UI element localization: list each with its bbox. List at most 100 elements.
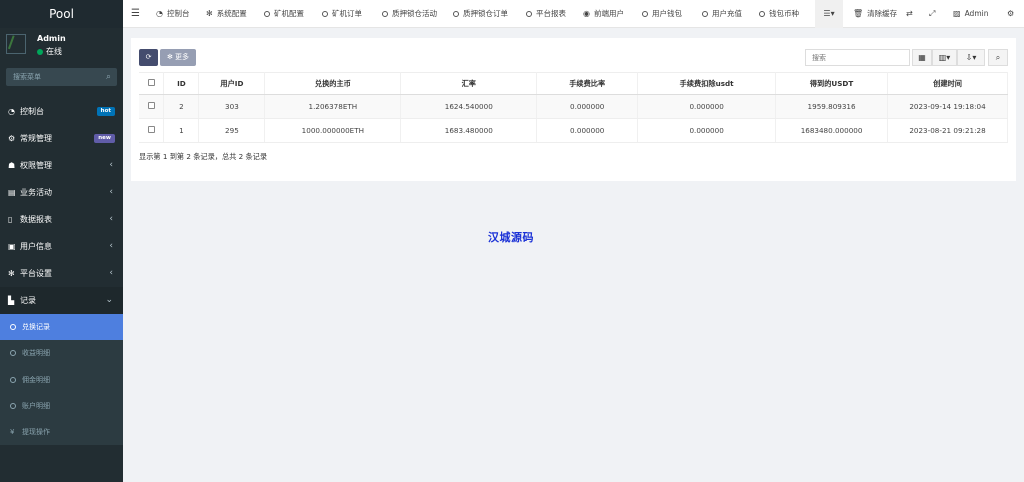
sidebar-item-label: 业务活动 [20,188,52,197]
export-dropdown-button[interactable]: ⇩▾ [957,49,985,66]
tab-staking-activity[interactable]: 质押锁仓活动 [382,0,437,28]
toggle-view-button[interactable]: ▦ [912,49,932,66]
sidebar-item-label: 数据报表 [20,215,52,224]
column-header-fee-usdt[interactable]: 手续费扣除usdt [637,72,777,95]
translate-icon[interactable]: ⇄ [906,0,913,28]
tab-miner-orders[interactable]: 矿机订单 [322,0,362,28]
chevron-down-icon: ⌄ [105,295,113,305]
sidebar-item-users[interactable]: ▣ 用户信息 ‹ [0,233,123,260]
column-header-created-at[interactable]: 创建时间 [887,72,1008,95]
search-icon: ⌕ [995,53,1001,62]
search-icon[interactable]: ⌕ [106,68,111,86]
column-header-coin[interactable]: 兑换的主币 [264,72,402,95]
tab-frontend-users[interactable]: ◉ 前端用户 [583,0,624,28]
sidebar-subitem-income[interactable]: 收益明细 [0,340,123,366]
sidebar: Pool Admin 在线 搜索菜单 ⌕ ◔ 控制台 hot ⚙ 常规管理 new … [0,0,123,482]
cell-created-at: 2023-09-14 19:18:04 [887,94,1008,119]
tab-platform-report[interactable]: 平台报表 [526,0,566,28]
table-row[interactable]: 1 295 1000.000000ETH 1683.480000 0.00000… [139,118,1008,143]
tab-wallet-currency[interactable]: 钱包币种 [759,0,799,28]
column-header-user-id[interactable]: 用户ID [198,72,266,95]
tab-miner-config[interactable]: 矿机配置 [264,0,304,28]
column-header-received-usdt[interactable]: 得到的USDT [775,72,889,95]
tab-label: 用户钱包 [652,9,682,18]
cell-user-id: 303 [198,94,266,119]
caret-down-icon: ▾ [972,53,977,62]
tab-user-recharge[interactable]: 用户充值 [702,0,742,28]
tab-label: 质押锁仓活动 [392,9,437,18]
circle-icon [453,11,459,17]
group-icon: ☗ [8,161,16,170]
tab-staking-orders[interactable]: 质押锁仓订单 [453,0,508,28]
cogs-icon: ⚙ [8,134,16,143]
cell-received-usdt: 1959.809316 [775,94,889,119]
sidebar-item-dashboard[interactable]: ◔ 控制台 hot [0,98,123,125]
table-header-row: ID 用户ID 兑换的主币 汇率 手续费比率 手续费扣除usdt 得到的USDT… [139,72,1008,95]
sidebar-subitem-label: 账户明细 [22,401,50,410]
chevron-left-icon: ‹ [109,268,113,278]
chevron-left-icon: ‹ [109,241,113,251]
clear-cache-button[interactable]: 🗑 清除缓存 [853,0,897,28]
select-all-cell [139,72,165,95]
table-row[interactable]: 2 303 1.206378ETH 1624.540000 0.000000 0… [139,94,1008,119]
sidebar-subitem-account[interactable]: 账户明细 [0,393,123,419]
circle-icon [382,11,388,17]
user-name: Admin [37,34,66,43]
fullscreen-icon[interactable]: ⤢ [929,0,935,28]
circle-icon [526,11,532,17]
sidebar-item-permissions[interactable]: ☗ 权限管理 ‹ [0,152,123,179]
sidebar-item-activities[interactable]: ▤ 业务活动 ‹ [0,179,123,206]
sidebar-subitem-withdraw[interactable]: ¥ 提现操作 [0,419,123,445]
more-button[interactable]: ✻ 更多 [160,49,196,66]
admin-user-menu[interactable]: ▨ Admin [953,0,988,28]
column-header-id[interactable]: ID [163,72,200,95]
gear-icon: ✻ [206,9,213,18]
clear-cache-label: 清除缓存 [867,9,898,18]
sidebar-subitem-commission[interactable]: 佣金明细 [0,367,123,393]
row-checkbox[interactable] [147,126,155,133]
cell-id: 2 [163,94,200,119]
chevron-left-icon: ‹ [109,214,113,224]
tab-system-config[interactable]: ✻ 系统配置 [206,0,247,28]
tab-label: 矿机订单 [332,9,362,18]
table-search-input[interactable] [805,49,910,66]
settings-gears-icon[interactable]: ⚙ [1007,0,1014,28]
circle-icon [702,11,708,17]
list-icon: ☰ [823,9,831,18]
cell-received-usdt: 1683480.000000 [775,118,889,143]
sidebar-item-general[interactable]: ⚙ 常规管理 new [0,125,123,152]
columns-dropdown-button[interactable]: ▥▾ [932,49,957,66]
sidebar-subitem-label: 佣金明细 [22,375,50,384]
menu-toggle-icon[interactable]: ☰ [131,8,140,19]
sidebar-subitem-exchange-records[interactable]: 兑换记录 [0,314,123,341]
sidebar-item-label: 记录 [20,296,36,305]
tab-user-wallet[interactable]: 用户钱包 [642,0,682,28]
select-all-checkbox[interactable] [147,79,155,86]
list-icon: ▤ [8,188,16,197]
more-tabs-dropdown[interactable]: ☰▾ [815,0,843,28]
circle-icon [642,11,648,17]
sidebar-subitem-label: 收益明细 [22,349,50,358]
sidebar-item-records[interactable]: ▙ 记录 ⌄ [0,287,123,314]
admin-label: Admin [964,9,989,18]
sidebar-item-label: 权限管理 [20,161,52,170]
column-header-fee-ratio[interactable]: 手续费比率 [536,72,639,95]
trash-icon: 🗑 [853,9,864,18]
gear-icon: ✻ [8,269,15,278]
tab-label: 用户充值 [712,9,742,18]
tab-dashboard[interactable]: ◔ 控制台 [156,0,189,28]
row-checkbox[interactable] [147,102,155,109]
avatar [6,34,26,54]
caret-down-icon: ▾ [946,53,951,62]
column-header-rate[interactable]: 汇率 [400,72,538,95]
caret-down-icon: ▾ [830,9,835,18]
sidebar-item-platform-settings[interactable]: ✻ 平台设置 ‹ [0,260,123,287]
user-card-icon: ▣ [8,242,16,251]
app-logo[interactable]: Pool [0,0,123,28]
sidebar-item-label: 常规管理 [20,134,52,143]
sidebar-search-input[interactable]: 搜索菜单 ⌕ [6,68,117,86]
advanced-search-button[interactable]: ⌕ [988,49,1008,66]
tab-label: 系统配置 [216,9,247,18]
sidebar-item-reports[interactable]: ▯ 数据报表 ‹ [0,206,123,233]
refresh-button[interactable]: ⟳ [139,49,158,66]
